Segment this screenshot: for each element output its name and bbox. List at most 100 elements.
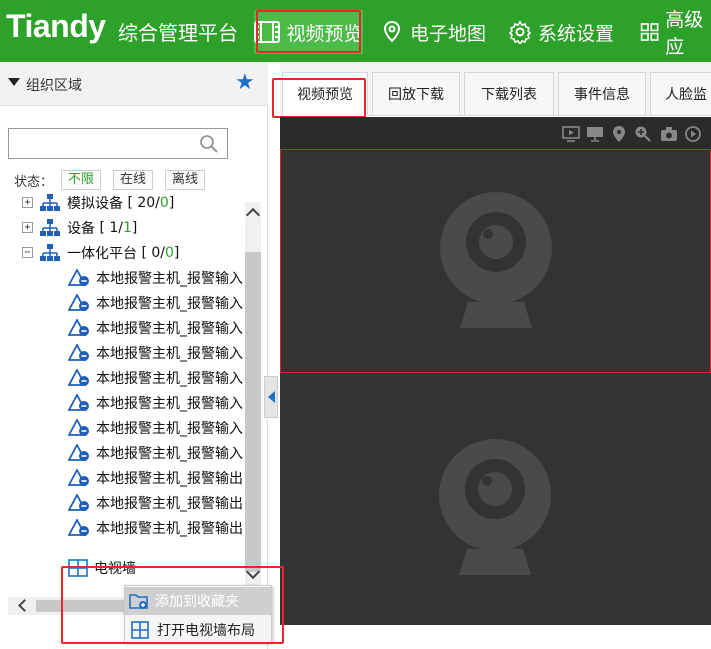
tree-node[interactable]: + 模拟设备 [ 20/0 ] [22, 190, 174, 215]
alarm-label: 本地报警主机_报警输入 [96, 370, 243, 387]
location-pin-icon[interactable] [612, 125, 626, 143]
panel-title: 组织区域 [26, 78, 82, 94]
alarm-label: 本地报警主机_报警输入 [96, 320, 243, 337]
expand-plus-icon[interactable]: + [22, 197, 33, 208]
tree-node-label: 一体化平台 [67, 245, 137, 262]
collapse-triangle-icon[interactable] [8, 78, 20, 86]
network-tree-icon [40, 243, 60, 261]
alarm-device-item[interactable]: 本地报警主机_报警输入 [68, 365, 268, 390]
scroll-thumb[interactable] [245, 252, 261, 572]
alarm-device-item[interactable]: 本地报警主机_报警输入 [68, 315, 268, 340]
nav-label: 系统设置 [538, 22, 615, 45]
replay-icon[interactable] [684, 125, 702, 143]
network-tree-icon [40, 218, 60, 236]
nav-label: 电子地图 [410, 22, 487, 45]
nav-advanced[interactable]: 高级应 [640, 9, 711, 58]
tab-face-monitor[interactable]: 人脸监 [650, 72, 711, 116]
favorite-star-icon[interactable]: ★ [235, 70, 255, 95]
alarm-device-item[interactable]: 本地报警主机_报警输入 [68, 415, 268, 440]
nav-label: 高级应 [665, 9, 704, 58]
webcam-placeholder-icon [440, 192, 552, 328]
filter-offline[interactable]: 离线 [165, 170, 206, 190]
network-tree-icon [40, 193, 60, 211]
status-filter: 状态： 不限 在线 离线 [14, 170, 206, 190]
alarm-triangle-icon [68, 518, 89, 536]
alarm-device-item[interactable]: 本地报警主机_报警输出 [68, 515, 268, 540]
collapse-minus-icon[interactable]: − [22, 247, 33, 258]
app-title: 综合管理平台 [118, 21, 238, 45]
video-cell[interactable] [280, 373, 711, 625]
alarm-label: 本地报警主机_报警输入 [96, 445, 243, 462]
alarm-triangle-icon [68, 418, 89, 436]
alarm-label: 本地报警主机_报警输入 [96, 345, 243, 362]
map-pin-icon [383, 20, 401, 43]
alarm-device-item[interactable]: 本地报警主机_报警输入 [68, 290, 268, 315]
tree-node-label: 设备 [67, 220, 95, 237]
tree-node[interactable]: − 一体化平台 [ 0/0 ] [22, 240, 179, 265]
alarm-triangle-icon [68, 493, 89, 511]
tree-node-label: 模拟设备 [67, 195, 123, 212]
nav-system-settings[interactable]: 系统设置 [508, 10, 614, 54]
tree-node-count-end: ] [168, 194, 175, 211]
alarm-device-item[interactable]: 本地报警主机_报警输入 [68, 390, 268, 415]
org-area-panel: 组织区域 ★ 状态： 不限 在线 离线 + 模拟设备 [ 20/0 ] + 设备… [0, 62, 268, 649]
alarm-device-item[interactable]: 本地报警主机_报警输出 [68, 465, 268, 490]
tab-label: 事件信息 [574, 87, 630, 103]
tree-node-count: [ 20/ [127, 194, 160, 211]
alarm-triangle-icon [68, 393, 89, 411]
online-count: 0 [165, 244, 174, 261]
play-screen-icon[interactable] [562, 126, 580, 142]
tab-label: 下载列表 [481, 87, 537, 103]
zoom-in-icon[interactable] [634, 125, 652, 143]
alarm-label: 本地报警主机_报警输出 [96, 495, 243, 512]
alarm-triangle-icon [68, 293, 89, 311]
search-icon[interactable] [199, 134, 219, 154]
alarm-label: 本地报警主机_报警输入 [96, 270, 243, 287]
tab-playback-download[interactable]: 回放下载 [372, 72, 460, 116]
online-count: 0 [159, 194, 169, 211]
alarm-triangle-icon [68, 318, 89, 336]
tree-node-count: [ 1/ [99, 219, 123, 236]
grid-icon [640, 23, 659, 41]
alarm-triangle-icon [68, 468, 89, 486]
alarm-label: 本地报警主机_报警输出 [96, 520, 243, 537]
collapse-left-icon [268, 391, 275, 403]
video-cell[interactable] [280, 149, 711, 373]
alarm-label: 本地报警主机_报警输入 [96, 295, 243, 312]
highlight-tab-box [272, 78, 366, 118]
alarm-device-item[interactable]: 本地报警主机_报警输入 [68, 265, 268, 290]
scroll-left-arrow-icon[interactable] [18, 599, 31, 612]
alarm-triangle-icon [68, 343, 89, 361]
alarm-triangle-icon [68, 368, 89, 386]
alarm-triangle-icon [68, 443, 89, 461]
webcam-placeholder-icon [439, 439, 551, 575]
expand-plus-icon[interactable]: + [22, 222, 33, 233]
alarm-label: 本地报警主机_报警输入 [96, 395, 243, 412]
filter-online[interactable]: 在线 [113, 170, 154, 190]
tree-node[interactable]: + 设备 [ 1/1 ] [22, 215, 137, 240]
filter-all[interactable]: 不限 [61, 170, 102, 190]
nav-e-map[interactable]: 电子地图 [380, 10, 486, 54]
alarm-triangle-icon [68, 268, 89, 286]
video-area [280, 117, 711, 625]
alarm-label: 本地报警主机_报警输出 [96, 470, 243, 487]
alarm-device-item[interactable]: 本地报警主机_报警输出 [68, 490, 268, 515]
monitor-icon[interactable] [586, 126, 604, 142]
tab-download-list[interactable]: 下载列表 [464, 72, 554, 116]
logo: Tiandy [6, 8, 106, 44]
tree-node-count-end: ] [131, 219, 138, 236]
panel-collapse-toggle[interactable] [264, 376, 278, 418]
highlight-menu-box [61, 566, 284, 644]
tab-event-info[interactable]: 事件信息 [558, 72, 646, 116]
video-toolbar [280, 117, 711, 149]
scroll-up-arrow-icon[interactable] [245, 207, 261, 223]
highlight-nav-box [256, 10, 361, 53]
camera-snapshot-icon[interactable] [660, 126, 678, 142]
tab-label: 人脸监 [665, 87, 707, 103]
alarm-device-item[interactable]: 本地报警主机_报警输入 [68, 440, 268, 465]
panel-header[interactable]: 组织区域 ★ [0, 62, 268, 106]
search-input[interactable] [8, 128, 228, 159]
tab-label: 回放下载 [388, 87, 444, 103]
alarm-device-item[interactable]: 本地报警主机_报警输入 [68, 340, 268, 365]
gear-icon [508, 20, 532, 44]
